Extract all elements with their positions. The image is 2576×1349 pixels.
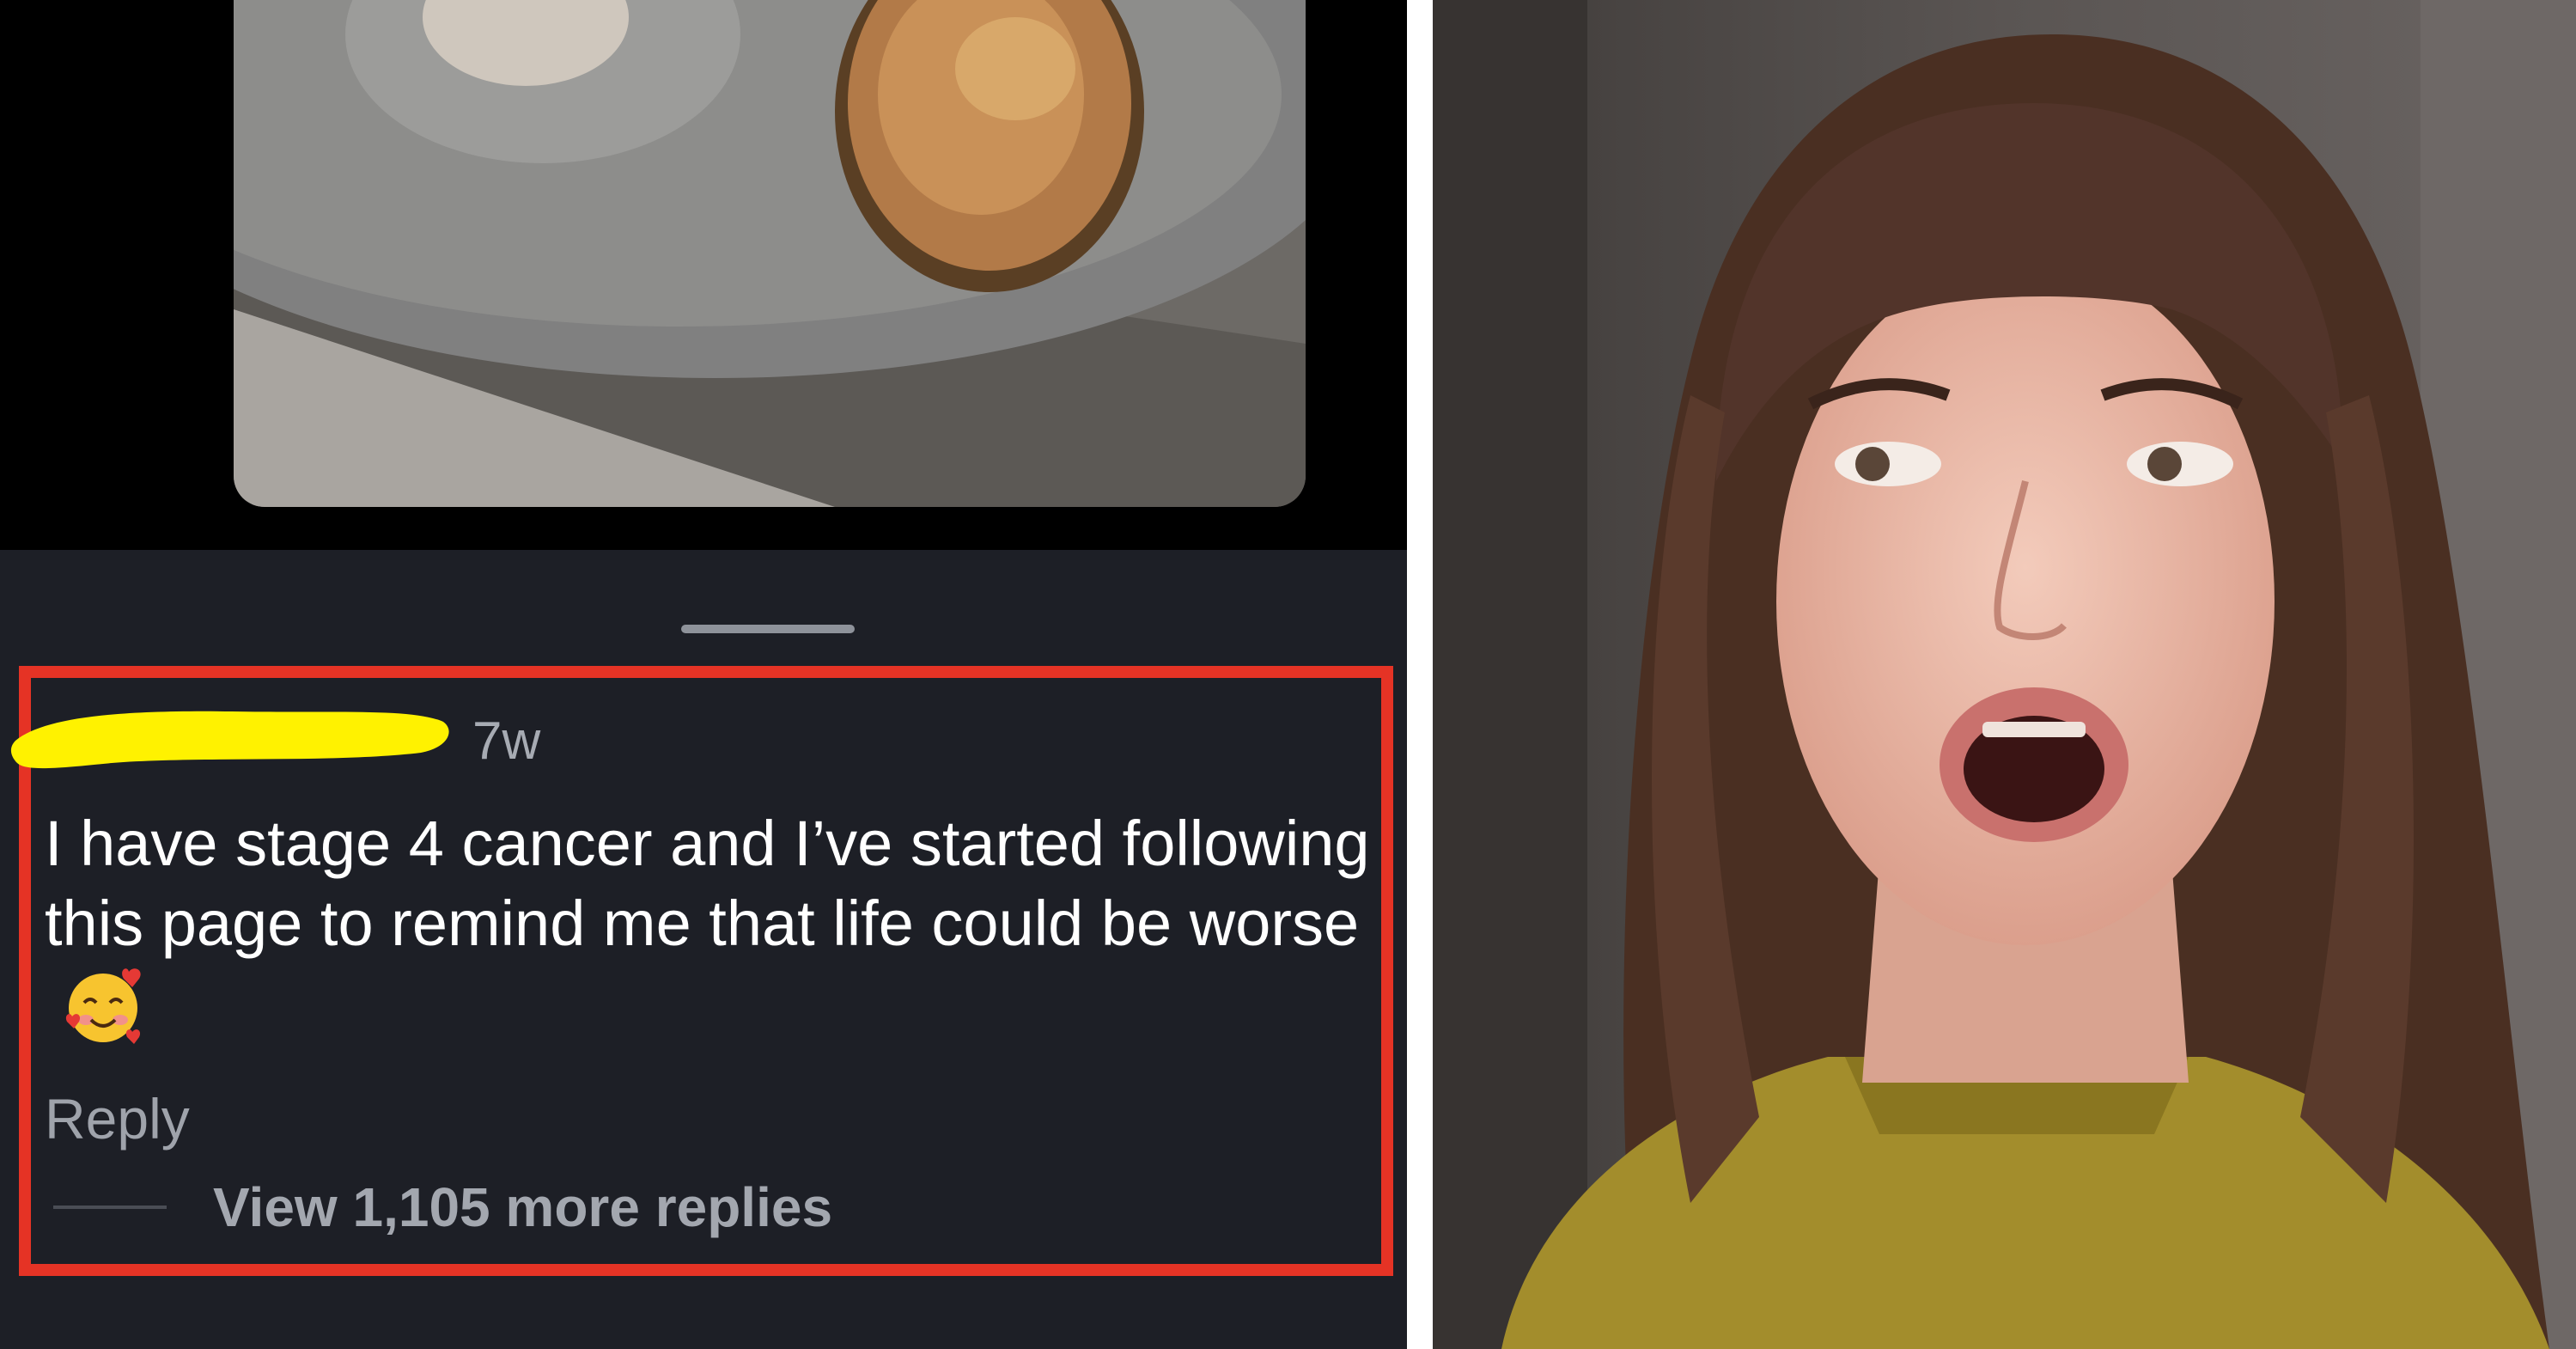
- comment-text: I have stage 4 cancer and I’ve started f…: [45, 808, 1370, 959]
- view-replies-row[interactable]: View 1,105 more replies: [53, 1173, 832, 1242]
- comment-screenshot-panel: 7w I have stage 4 cancer and I’ve starte…: [0, 0, 1407, 1349]
- sheet-grab-handle[interactable]: [681, 625, 855, 633]
- view-more-replies-button[interactable]: View 1,105 more replies: [213, 1173, 832, 1242]
- smiling-face-with-hearts-icon: [60, 963, 146, 1067]
- comment-timestamp: 7w: [472, 711, 541, 771]
- post-photo: [234, 0, 1306, 507]
- panel-divider: [1407, 0, 1433, 1349]
- comment-body: I have stage 4 cancer and I’ve started f…: [45, 803, 1385, 1067]
- username-redaction: [9, 703, 452, 778]
- replies-divider-line: [53, 1206, 167, 1209]
- reaction-photo: [1433, 0, 2576, 1349]
- reply-button[interactable]: Reply: [45, 1084, 190, 1153]
